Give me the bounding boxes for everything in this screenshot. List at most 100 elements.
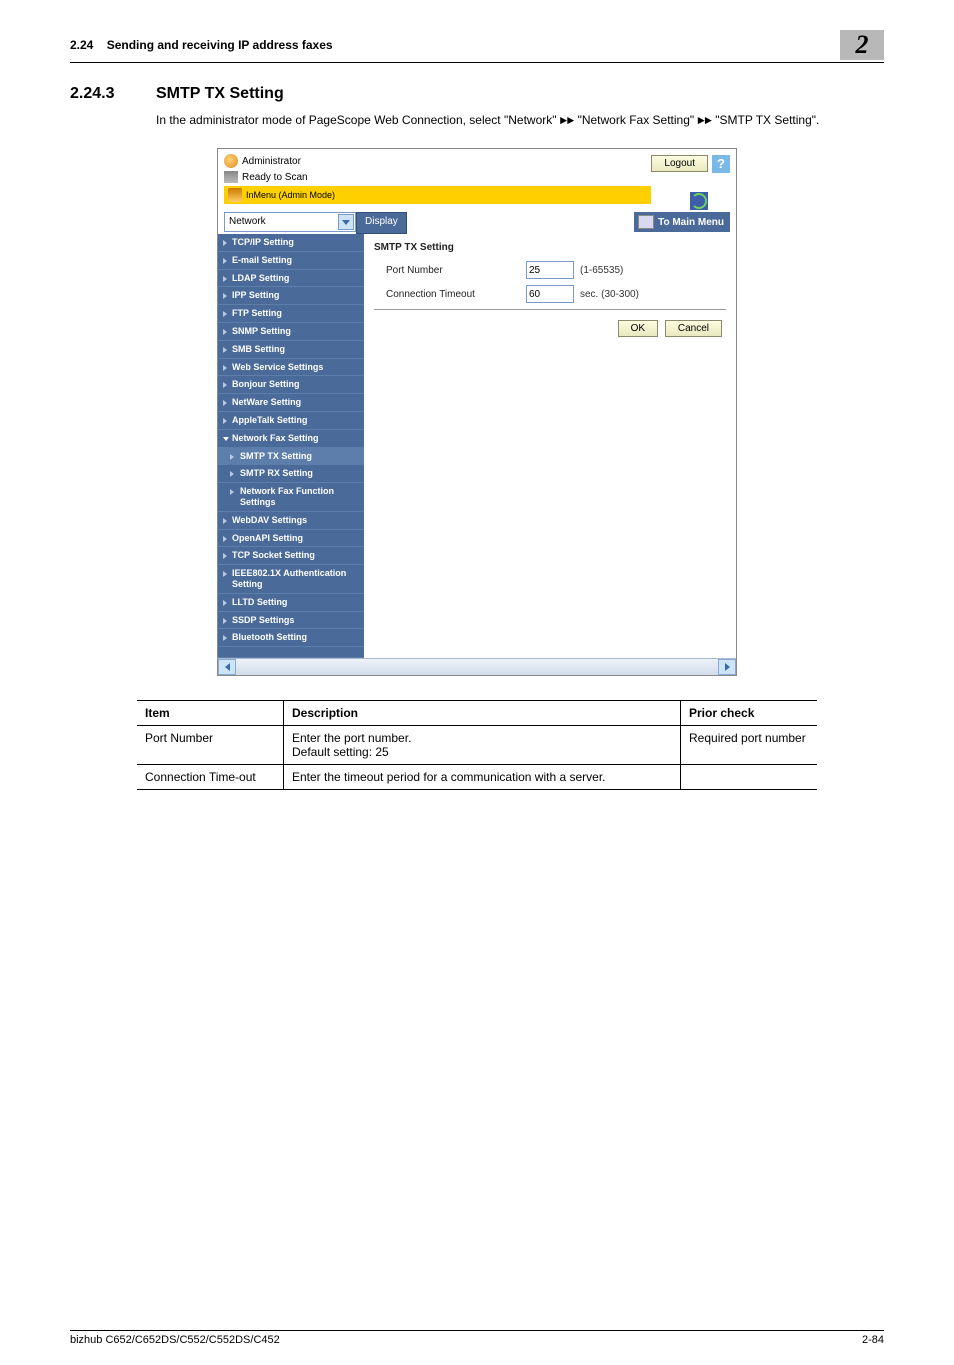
- sidebar-item[interactable]: SNMP Setting: [218, 323, 364, 341]
- logout-button[interactable]: Logout: [651, 155, 708, 172]
- sidebar-sub-fax-func[interactable]: Network Fax Function Settings: [218, 483, 364, 512]
- cell-item: Connection Time-out: [137, 765, 284, 790]
- select-value: Network: [229, 213, 266, 231]
- cancel-button[interactable]: Cancel: [665, 320, 722, 337]
- section-number: 2.24.3: [70, 85, 156, 103]
- sidebar-item-label: Web Service Settings: [232, 362, 323, 372]
- mode-label: InMenu (Admin Mode): [246, 190, 335, 200]
- refresh-button[interactable]: [690, 192, 708, 210]
- field-hint: sec. (30-300): [580, 289, 639, 300]
- main-menu-button[interactable]: To Main Menu: [634, 212, 730, 232]
- intro-post: "SMTP TX Setting".: [712, 113, 819, 127]
- field-label: Connection Timeout: [374, 289, 526, 300]
- sidebar-item-label: SMTP RX Setting: [240, 468, 313, 478]
- content-panel: SMTP TX Setting Port Number (1-65535) Co…: [364, 234, 736, 658]
- field-label: Port Number: [374, 265, 526, 276]
- sidebar-item-label: LLTD Setting: [232, 597, 287, 607]
- section-title: SMTP TX Setting: [156, 85, 284, 103]
- sidebar-item-label: AppleTalk Setting: [232, 415, 307, 425]
- sidebar-item[interactable]: OpenAPI Setting: [218, 530, 364, 548]
- sidebar-item[interactable]: AppleTalk Setting: [218, 412, 364, 430]
- page-footer: bizhub C652/C652DS/C552/C552DS/C452 2-84: [70, 1330, 884, 1346]
- content-title: SMTP TX Setting: [374, 242, 726, 253]
- th-desc: Description: [284, 701, 681, 726]
- category-select[interactable]: Network: [224, 212, 356, 232]
- footer-model: bizhub C652/C652DS/C552/C552DS/C452: [70, 1334, 280, 1346]
- refresh-icon: [691, 193, 707, 209]
- main-menu-icon: [638, 215, 654, 229]
- help-button[interactable]: ?: [712, 155, 730, 173]
- arrow-icon: ►►: [560, 114, 574, 128]
- cell-prior: Required port number: [681, 726, 818, 765]
- sidebar-item-label: WebDAV Settings: [232, 515, 307, 525]
- sidebar-sub-smtp-rx[interactable]: SMTP RX Setting: [218, 465, 364, 483]
- sidebar-item-network-fax[interactable]: Network Fax Setting: [218, 430, 364, 448]
- sidebar-item-label: Network Fax Setting: [232, 433, 319, 443]
- arrow-icon: ►►: [697, 114, 711, 128]
- sidebar-item-label: SSDP Settings: [232, 615, 294, 625]
- chevron-down-icon: [338, 214, 354, 230]
- pagescope-screenshot: Administrator Ready to Scan InMenu (Admi…: [217, 148, 737, 676]
- sidebar-item[interactable]: NetWare Setting: [218, 394, 364, 412]
- header-section-ref: 2.24: [70, 38, 93, 52]
- sidebar-item-label: IPP Setting: [232, 290, 279, 300]
- footer-page: 2-84: [862, 1334, 884, 1346]
- section-heading: 2.24.3 SMTP TX Setting: [70, 85, 884, 103]
- intro-mid: "Network Fax Setting": [574, 113, 697, 127]
- sidebar-item-label: LDAP Setting: [232, 273, 289, 283]
- sidebar-item-label: NetWare Setting: [232, 397, 301, 407]
- sidebar-item[interactable]: LLTD Setting: [218, 594, 364, 612]
- sidebar-item-label: E-mail Setting: [232, 255, 292, 265]
- status-label: Ready to Scan: [242, 172, 308, 183]
- sidebar-item[interactable]: TCP Socket Setting: [218, 547, 364, 565]
- sidebar-item-label: FTP Setting: [232, 308, 282, 318]
- ok-button[interactable]: OK: [618, 320, 658, 337]
- cell-desc: Enter the port number. Default setting: …: [284, 726, 681, 765]
- header-section-title: Sending and receiving IP address faxes: [107, 38, 333, 52]
- display-button[interactable]: Display: [356, 212, 407, 234]
- sidebar-item[interactable]: E-mail Setting: [218, 252, 364, 270]
- sidebar-item[interactable]: LDAP Setting: [218, 270, 364, 288]
- printer-icon: [224, 171, 238, 183]
- sidebar-item-label: SMTP TX Setting: [240, 451, 312, 461]
- chapter-badge: 2: [840, 30, 884, 60]
- sidebar-item[interactable]: SMB Setting: [218, 341, 364, 359]
- page-header: 2.24 Sending and receiving IP address fa…: [70, 30, 884, 63]
- sidebar-item-label: SNMP Setting: [232, 326, 291, 336]
- th-prior: Prior check: [681, 701, 818, 726]
- sidebar-item-label: IEEE802.1X Authentication Setting: [232, 568, 346, 589]
- intro-paragraph: In the administrator mode of PageScope W…: [156, 111, 884, 130]
- divider: [374, 309, 726, 310]
- sidebar-item-label: SMB Setting: [232, 344, 285, 354]
- table-row: Port Number Enter the port number. Defau…: [137, 726, 817, 765]
- cell-desc: Enter the timeout period for a communica…: [284, 765, 681, 790]
- port-number-input[interactable]: [526, 261, 574, 279]
- sidebar-item-label: Bonjour Setting: [232, 379, 300, 389]
- sidebar-item-label: Bluetooth Setting: [232, 632, 307, 642]
- scroll-left-icon[interactable]: [218, 659, 236, 675]
- sidebar-item-label: TCP/IP Setting: [232, 237, 294, 247]
- sidebar-item-label: OpenAPI Setting: [232, 533, 303, 543]
- intro-pre: In the administrator mode of PageScope W…: [156, 113, 560, 127]
- sidebar-item[interactable]: IPP Setting: [218, 287, 364, 305]
- timeout-input[interactable]: [526, 285, 574, 303]
- sidebar-item[interactable]: FTP Setting: [218, 305, 364, 323]
- sidebar-item[interactable]: Bonjour Setting: [218, 376, 364, 394]
- sidebar-item[interactable]: WebDAV Settings: [218, 512, 364, 530]
- sidebar-sub-smtp-tx[interactable]: SMTP TX Setting: [218, 448, 364, 466]
- sidebar-item[interactable]: Bluetooth Setting: [218, 629, 364, 647]
- cell-item: Port Number: [137, 726, 284, 765]
- admin-label: Administrator: [242, 156, 301, 167]
- sidebar: TCP/IP Setting E-mail Setting LDAP Setti…: [218, 234, 364, 658]
- horizontal-scrollbar[interactable]: [218, 658, 736, 675]
- sidebar-item[interactable]: Web Service Settings: [218, 359, 364, 377]
- scroll-right-icon[interactable]: [718, 659, 736, 675]
- sidebar-item[interactable]: SSDP Settings: [218, 612, 364, 630]
- main-menu-label: To Main Menu: [658, 217, 724, 228]
- sidebar-item[interactable]: TCP/IP Setting: [218, 234, 364, 252]
- sidebar-item-label: TCP Socket Setting: [232, 550, 315, 560]
- table-row: Connection Time-out Enter the timeout pe…: [137, 765, 817, 790]
- th-item: Item: [137, 701, 284, 726]
- sidebar-item[interactable]: IEEE802.1X Authentication Setting: [218, 565, 364, 594]
- field-hint: (1-65535): [580, 265, 623, 276]
